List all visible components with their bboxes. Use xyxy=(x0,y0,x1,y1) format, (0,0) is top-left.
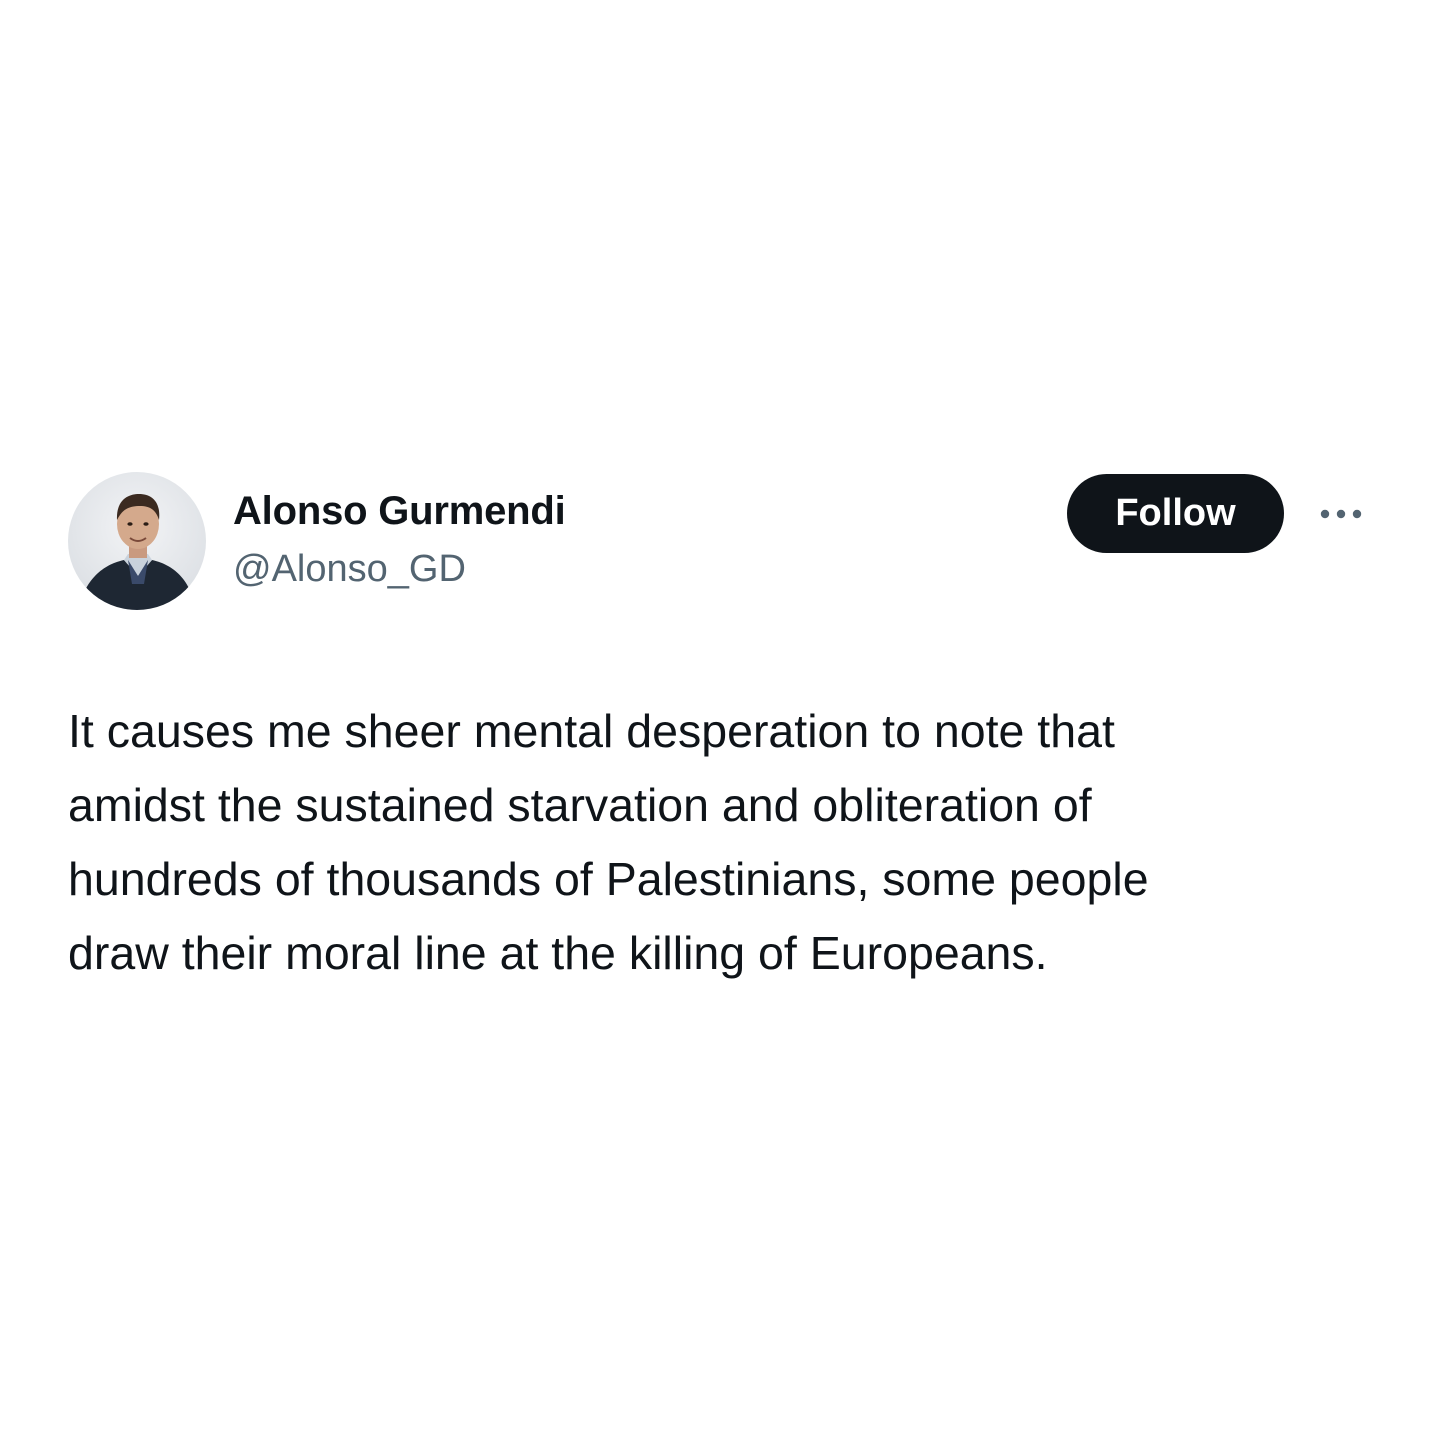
tweet-text: It causes me sheer mental desperation to… xyxy=(68,705,1149,979)
follow-button[interactable]: Follow xyxy=(1067,474,1284,553)
tweet-card: Alonso Gurmendi @Alonso_GD Follow It cau… xyxy=(0,0,1440,1439)
user-handle[interactable]: @Alonso_GD xyxy=(233,544,466,594)
display-name[interactable]: Alonso Gurmendi xyxy=(233,486,566,536)
avatar[interactable] xyxy=(68,472,206,610)
profile-photo xyxy=(68,472,206,610)
more-options-button[interactable] xyxy=(1310,498,1370,530)
more-dots-icon xyxy=(1320,509,1362,519)
